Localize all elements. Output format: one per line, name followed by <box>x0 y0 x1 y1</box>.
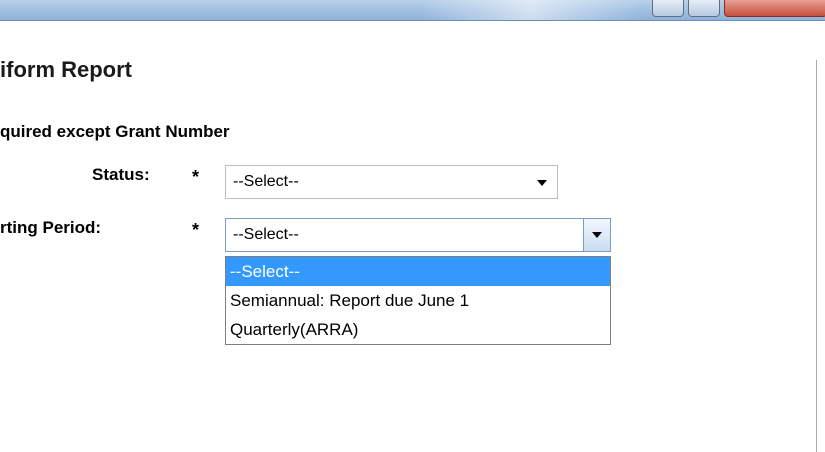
page-scroll-edge <box>816 60 817 452</box>
reporting-period-select-value: --Select-- <box>233 226 299 243</box>
reporting-period-select[interactable]: --Select-- <box>225 218 611 252</box>
chevron-down-icon <box>592 232 602 238</box>
reporting-period-required-marker: * <box>192 220 200 240</box>
status-select-value: --Select-- <box>233 173 299 190</box>
maximize-button[interactable] <box>688 0 720 17</box>
reporting-period-label: rting Period: <box>0 218 102 237</box>
chevron-down-icon <box>537 180 547 186</box>
option-semiannual[interactable]: Semiannual: Report due June 1 <box>226 286 610 315</box>
option-select[interactable]: --Select-- <box>226 257 610 286</box>
required-fields-note: quired except Grant Number <box>0 122 230 141</box>
window-titlebar[interactable] <box>0 0 825 21</box>
status-select[interactable]: --Select-- <box>225 165 558 199</box>
minimize-button[interactable] <box>652 0 684 17</box>
status-required-marker: * <box>192 167 200 187</box>
titlebar-glow <box>420 0 640 20</box>
close-button[interactable] <box>724 0 825 17</box>
page-title: iform Report <box>0 57 132 82</box>
option-quarterly-arra[interactable]: Quarterly(ARRA) <box>226 315 610 344</box>
reporting-period-options-list[interactable]: --Select-- Semiannual: Report due June 1… <box>225 256 611 345</box>
status-label: Status: <box>92 165 150 184</box>
dropdown-arrow-button[interactable] <box>583 219 610 251</box>
